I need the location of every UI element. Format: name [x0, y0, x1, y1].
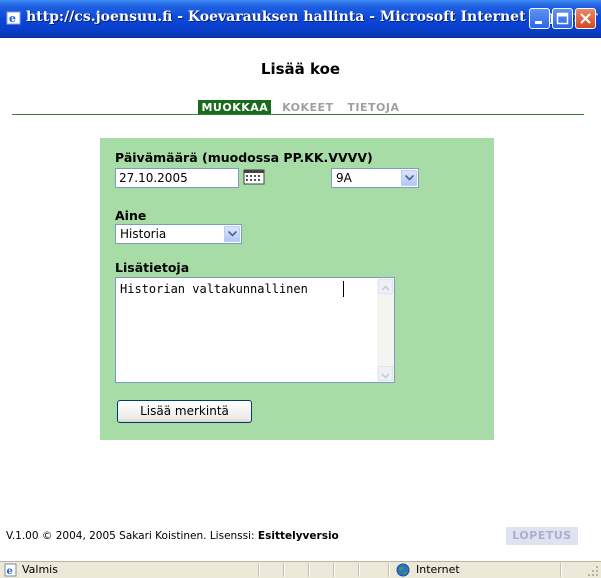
info-text: Historian valtakunnallinen — [120, 282, 308, 296]
status-divider — [333, 563, 335, 577]
minimize-button[interactable] — [529, 8, 550, 29]
footer-copyright: V.1.00 © 2004, 2005 Sakari Koistinen. Li… — [6, 530, 339, 542]
add-entry-button[interactable]: Lisää merkintä — [117, 400, 252, 423]
maximize-button[interactable] — [552, 8, 573, 29]
svg-text:e: e — [7, 566, 13, 577]
status-text: Valmis — [22, 563, 58, 576]
license-type: Esittelyversio — [257, 530, 339, 542]
subject-label: Aine — [115, 208, 147, 223]
internet-explorer-icon: e — [6, 11, 21, 25]
close-icon — [580, 13, 591, 24]
status-divider — [283, 563, 285, 577]
chevron-up-icon — [381, 285, 390, 291]
status-divider — [258, 563, 260, 577]
calendar-icon[interactable] — [243, 169, 265, 185]
resize-grip-icon[interactable] — [587, 565, 599, 577]
chevron-down-icon — [224, 226, 240, 242]
info-label: Lisätietoja — [115, 260, 190, 275]
maximize-icon — [556, 12, 569, 25]
status-divider — [560, 563, 562, 577]
subject-select-value: Historia — [120, 227, 167, 241]
date-field[interactable]: 27.10.2005 — [115, 168, 239, 188]
logout-button[interactable]: LOPETUS — [506, 527, 578, 545]
page-title: Lisää koe — [260, 60, 341, 78]
footer-text: V.1.00 © 2004, 2005 Sakari Koistinen. Li… — [6, 530, 258, 542]
tab-tietoja[interactable]: TIETOJA — [344, 100, 402, 115]
status-bar: e Valmis Internet — [0, 561, 601, 578]
scroll-down-button[interactable] — [378, 366, 393, 381]
tab-bar: MUOKKAA KOKEET TIETOJA — [0, 100, 601, 115]
window-title: http://cs.joensuu.fi - Koevarauksen hall… — [26, 9, 598, 25]
minimize-icon — [535, 21, 542, 24]
security-zone: Internet — [416, 563, 460, 576]
date-label: Päivämäärä (muodossa PP.KK.VVVV) — [115, 150, 373, 165]
window-titlebar[interactable]: e http://cs.joensuu.fi - Koevarauksen ha… — [0, 0, 601, 38]
tab-muokkaa[interactable]: MUOKKAA — [198, 100, 272, 115]
status-divider — [358, 563, 360, 577]
scroll-up-button[interactable] — [378, 279, 393, 294]
text-caret — [343, 281, 344, 297]
status-divider — [388, 563, 390, 577]
status-divider — [308, 563, 310, 577]
tab-divider — [12, 114, 584, 115]
chevron-down-icon — [381, 373, 390, 379]
date-value: 27.10.2005 — [119, 171, 188, 185]
subject-select[interactable]: Historia — [115, 224, 242, 244]
close-button[interactable] — [575, 8, 596, 29]
svg-text:e: e — [9, 12, 16, 25]
page-status-icon: e — [4, 563, 17, 577]
textarea-scrollbar[interactable] — [377, 278, 394, 382]
class-select[interactable]: 9A — [331, 168, 419, 188]
class-select-value: 9A — [336, 171, 352, 185]
internet-zone-icon — [396, 563, 410, 577]
add-exam-form: Päivämäärä (muodossa PP.KK.VVVV) 27.10.2… — [100, 138, 494, 440]
chevron-down-icon — [401, 170, 417, 186]
tab-kokeet[interactable]: KOKEET — [279, 100, 336, 115]
info-textarea[interactable]: Historian valtakunnallinen — [115, 277, 395, 383]
